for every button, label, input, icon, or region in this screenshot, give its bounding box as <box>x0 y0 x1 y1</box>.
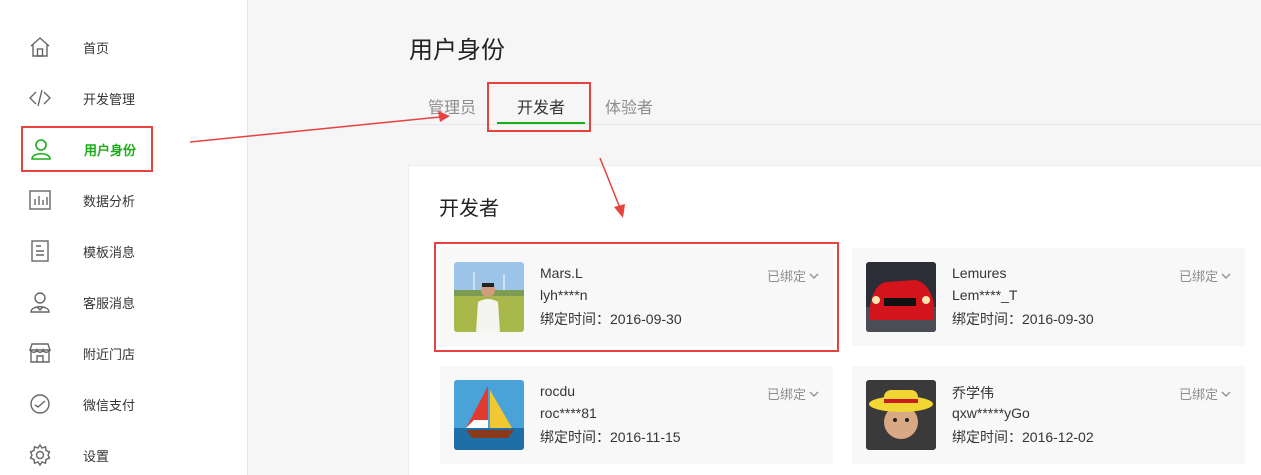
code-icon <box>28 86 52 110</box>
tab-bar: 管理员 开发者 体验者 <box>408 80 1261 132</box>
bind-status-dropdown[interactable]: 已绑定 <box>1179 384 1231 403</box>
member-account: roc****81 <box>540 405 597 421</box>
sidebar-item-wechat-pay[interactable]: 微信支付 <box>22 382 152 426</box>
chevron-down-icon <box>1221 273 1231 279</box>
bind-status-dropdown[interactable]: 已绑定 <box>767 384 819 403</box>
member-bind-time: 绑定时间：2016-09-30 <box>540 311 682 327</box>
person-outdoor-avatar <box>454 262 524 332</box>
sidebar-item-label: 模板消息 <box>83 244 136 260</box>
red-car-avatar <box>866 262 936 332</box>
sidebar-item-label: 客服消息 <box>83 295 136 311</box>
tab-tester[interactable]: 体验者 <box>605 94 653 118</box>
sailboat-avatar <box>454 380 524 450</box>
sidebar-item-label: 附近门店 <box>83 346 136 362</box>
member-name: Mars.L <box>540 265 583 281</box>
tab-admin[interactable]: 管理员 <box>428 94 476 118</box>
page-title: 用户身份 <box>409 37 505 64</box>
bind-status-dropdown[interactable]: 已绑定 <box>767 266 819 285</box>
member-name: 乔学伟 <box>952 385 994 401</box>
chart-icon <box>28 188 52 212</box>
chevron-down-icon <box>809 391 819 397</box>
store-icon <box>28 341 52 365</box>
sidebar: 首页 开发管理 用户身份 数据分析 模板消息 客服消息 附近门店 微信支付 设置 <box>0 0 248 475</box>
member-bind-time: 绑定时间：2016-12-02 <box>952 429 1094 445</box>
bind-status-label: 已绑定 <box>1178 387 1218 402</box>
sidebar-item-label: 数据分析 <box>83 193 136 209</box>
sidebar-item-dev-manage[interactable]: 开发管理 <box>22 76 152 120</box>
member-name: Lemures <box>952 265 1007 281</box>
home-icon <box>28 35 52 59</box>
customer-service-icon <box>28 290 52 314</box>
annotation-box-tab <box>487 82 591 132</box>
sidebar-item-label: 首页 <box>83 40 110 56</box>
sidebar-item-label: 用户身份 <box>84 142 137 158</box>
member-account: qxw*****yGo <box>952 405 1030 421</box>
document-icon <box>28 239 52 263</box>
payment-icon <box>28 392 52 416</box>
sidebar-item-user-identity[interactable]: 用户身份 <box>21 126 153 172</box>
sidebar-item-customer-service[interactable]: 客服消息 <box>22 280 152 324</box>
member-bind-time: 绑定时间：2016-11-15 <box>540 429 681 445</box>
sidebar-item-template-message[interactable]: 模板消息 <box>22 229 152 273</box>
developer-panel: 开发者 Mars.L lyh****n 绑定时间：2016-09-30 已绑定 … <box>408 165 1261 475</box>
sidebar-item-nearby-store[interactable]: 附近门店 <box>22 331 152 375</box>
member-card[interactable]: rocdu roc****81 绑定时间：2016-11-15 已绑定 <box>440 366 833 464</box>
sidebar-item-home[interactable]: 首页 <box>22 25 152 69</box>
bind-status-label: 已绑定 <box>766 269 806 284</box>
user-icon <box>29 137 53 161</box>
member-account: lyh****n <box>540 287 588 303</box>
panel-title: 开发者 <box>439 198 499 220</box>
member-card[interactable]: Mars.L lyh****n 绑定时间：2016-09-30 已绑定 <box>434 242 839 352</box>
member-name: rocdu <box>540 383 576 399</box>
bind-status-label: 已绑定 <box>1178 269 1218 284</box>
sidebar-item-settings[interactable]: 设置 <box>22 433 152 475</box>
sidebar-item-label: 微信支付 <box>83 397 136 413</box>
bind-status-dropdown[interactable]: 已绑定 <box>1179 266 1231 285</box>
sidebar-item-data-analysis[interactable]: 数据分析 <box>22 178 152 222</box>
sidebar-item-label: 设置 <box>83 448 110 464</box>
main-content: 用户身份 管理员 开发者 体验者 开发者 Mars.L lyh****n 绑定时… <box>248 0 1261 475</box>
member-card[interactable]: Lemures Lem****_T 绑定时间：2016-09-30 已绑定 <box>852 248 1245 346</box>
member-account: Lem****_T <box>952 287 1018 303</box>
gear-icon <box>28 443 52 467</box>
straw-hat-avatar <box>866 380 936 450</box>
bind-status-label: 已绑定 <box>766 387 806 402</box>
member-bind-time: 绑定时间：2016-09-30 <box>952 311 1094 327</box>
chevron-down-icon <box>809 273 819 279</box>
chevron-down-icon <box>1221 391 1231 397</box>
sidebar-item-label: 开发管理 <box>83 91 136 107</box>
member-card[interactable]: 乔学伟 qxw*****yGo 绑定时间：2016-12-02 已绑定 <box>852 366 1245 464</box>
